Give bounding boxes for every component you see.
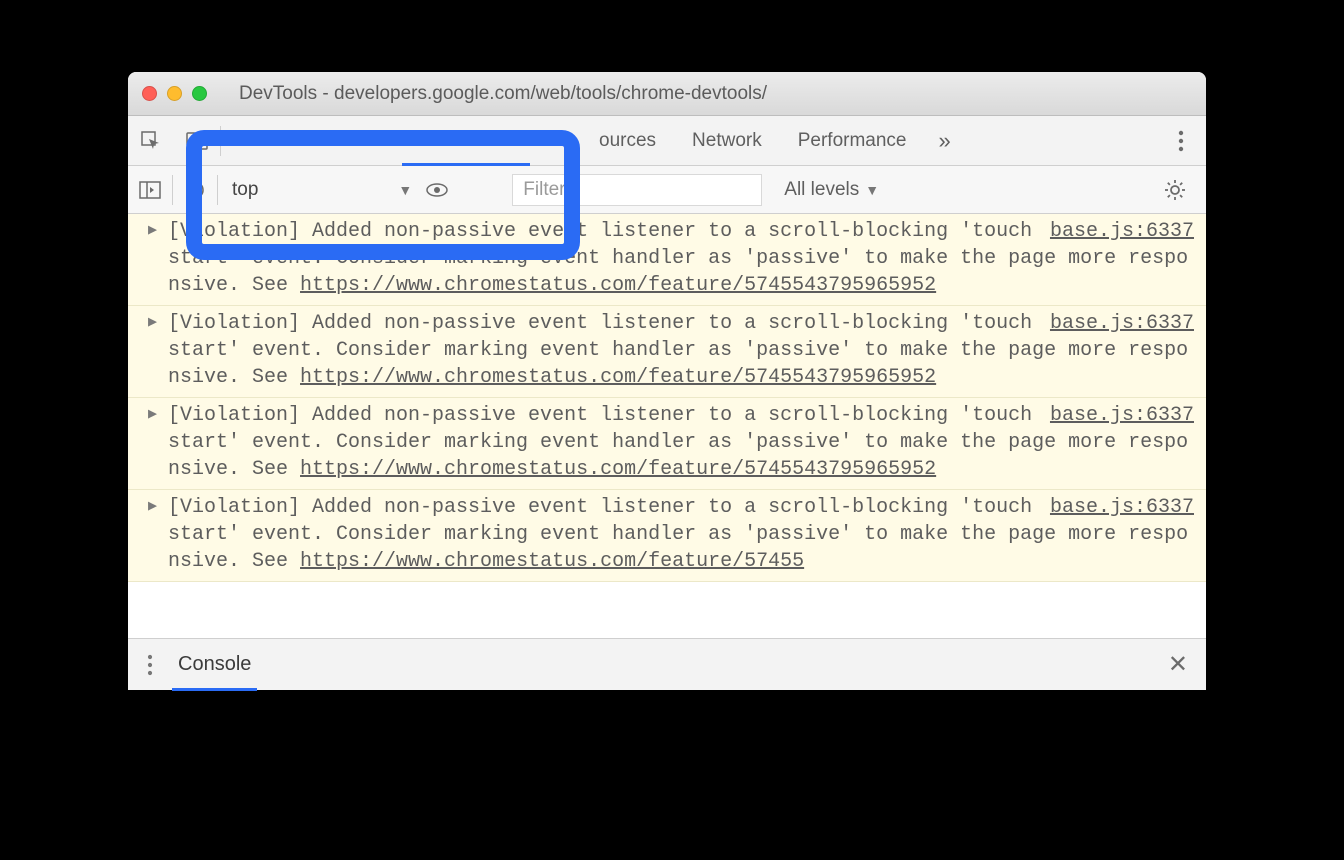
tab-label: Network	[692, 130, 762, 152]
filter-placeholder: Filter	[523, 179, 565, 201]
disclosure-triangle-icon[interactable]: ▶	[148, 497, 157, 517]
drawer-toolbar: Console ✕	[128, 638, 1206, 690]
devtools-window: DevTools - developers.google.com/web/too…	[128, 72, 1206, 690]
console-settings-button[interactable]	[1164, 179, 1206, 201]
execution-context-selector[interactable]: top ▼	[218, 172, 422, 208]
minimize-window-button[interactable]	[167, 86, 182, 101]
drawer-menu-button[interactable]	[128, 654, 172, 676]
zoom-window-button[interactable]	[192, 86, 207, 101]
gear-icon	[1164, 179, 1186, 201]
message-link[interactable]: https://www.chromestatus.com/feature/574…	[300, 550, 804, 573]
titlebar: DevTools - developers.google.com/web/too…	[128, 72, 1206, 116]
window-title: DevTools - developers.google.com/web/too…	[217, 83, 1192, 105]
close-icon: ✕	[1168, 651, 1188, 678]
active-tab-indicator	[402, 163, 530, 166]
chevron-right-double-icon: »	[939, 128, 951, 153]
console-message[interactable]: ▶ base.js:6337 [Violation] Added non-pas…	[128, 306, 1206, 398]
message-source-link[interactable]: base.js:6337	[1050, 310, 1194, 337]
caret-down-icon: ▼	[865, 182, 879, 198]
toggle-console-sidebar-button[interactable]	[128, 166, 172, 214]
disclosure-triangle-icon[interactable]: ▶	[148, 313, 157, 333]
message-source-link[interactable]: base.js:6337	[1050, 494, 1194, 521]
caret-down-icon: ▼	[398, 182, 412, 198]
message-link[interactable]: https://www.chromestatus.com/feature/574…	[300, 458, 936, 481]
separator	[220, 126, 221, 156]
devtools-main-toolbar: ources Network Performance »	[128, 116, 1206, 166]
drawer-tab-label: Console	[178, 653, 251, 676]
console-message[interactable]: ▶ base.js:6337 [Violation] Added non-pas…	[128, 490, 1206, 582]
tab-performance[interactable]: Performance	[780, 116, 925, 166]
message-source-link[interactable]: base.js:6337	[1050, 218, 1194, 245]
close-drawer-button[interactable]: ✕	[1168, 650, 1206, 679]
filter-input[interactable]: Filter	[512, 174, 762, 206]
tab-label: Performance	[798, 130, 907, 152]
message-source-link[interactable]: base.js:6337	[1050, 402, 1194, 429]
message-link[interactable]: https://www.chromestatus.com/feature/574…	[300, 274, 936, 297]
tab-network[interactable]: Network	[674, 116, 780, 166]
console-message[interactable]: ▶ base.js:6337 [Violation] Added non-pas…	[128, 398, 1206, 490]
tabs-overflow-button[interactable]: »	[925, 128, 965, 154]
main-menu-button[interactable]	[1178, 130, 1206, 152]
disclosure-triangle-icon[interactable]: ▶	[148, 221, 157, 241]
live-expression-button[interactable]	[422, 166, 452, 214]
clear-console-button[interactable]	[173, 166, 217, 214]
tab-label: ources	[599, 130, 656, 152]
drawer-tab-console[interactable]: Console	[172, 639, 257, 691]
levels-label: All levels	[784, 179, 859, 201]
console-messages: ▶ base.js:6337 [Violation] Added non-pas…	[128, 214, 1206, 638]
message-link[interactable]: https://www.chromestatus.com/feature/574…	[300, 366, 936, 389]
tab-sources[interactable]: ources	[581, 116, 674, 166]
context-label: top	[232, 179, 258, 201]
window-controls	[142, 86, 207, 101]
kebab-icon	[147, 654, 153, 676]
console-message[interactable]: ▶ base.js:6337 [Violation] Added non-pas…	[128, 214, 1206, 306]
device-toolbar-icon[interactable]	[174, 116, 220, 166]
kebab-icon	[1178, 130, 1184, 152]
console-toolbar: top ▼ Filter All levels ▼	[128, 166, 1206, 214]
close-window-button[interactable]	[142, 86, 157, 101]
log-levels-selector[interactable]: All levels ▼	[784, 179, 879, 201]
disclosure-triangle-icon[interactable]: ▶	[148, 405, 157, 425]
inspect-element-icon[interactable]	[128, 116, 174, 166]
